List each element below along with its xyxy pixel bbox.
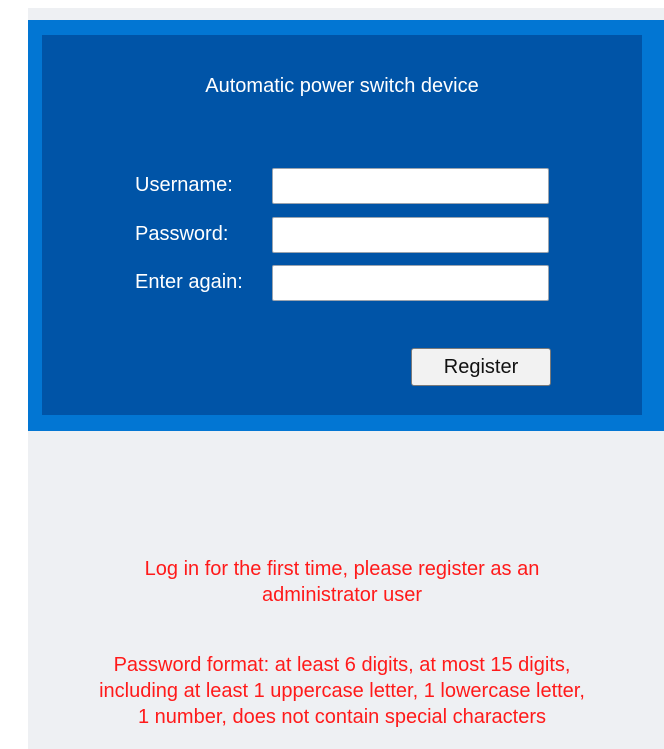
register-button[interactable]: Register [411, 348, 551, 386]
confirm-password-input[interactable] [272, 265, 549, 301]
password-format-notice-line: 1 number, does not contain special chara… [137, 706, 547, 728]
password-input[interactable] [272, 217, 549, 253]
first-login-notice-line: Log in for the first time, please regist… [144, 558, 540, 580]
password-format-notice-line: Password format: at least 6 digits, at m… [113, 654, 571, 676]
first-login-notice-line: administrator user [261, 584, 423, 606]
password-label: Password: [135, 223, 229, 245]
username-input[interactable] [272, 168, 549, 204]
confirm-password-label: Enter again: [135, 271, 243, 293]
password-format-notice-line: including at least 1 uppercase letter, 1… [99, 680, 585, 702]
username-label: Username: [135, 174, 233, 196]
first-login-notice: Log in for the first time, please regist… [40, 556, 644, 608]
password-format-notice: Password format: at least 6 digits, at m… [40, 652, 644, 730]
device-title: Automatic power switch device [205, 75, 479, 97]
